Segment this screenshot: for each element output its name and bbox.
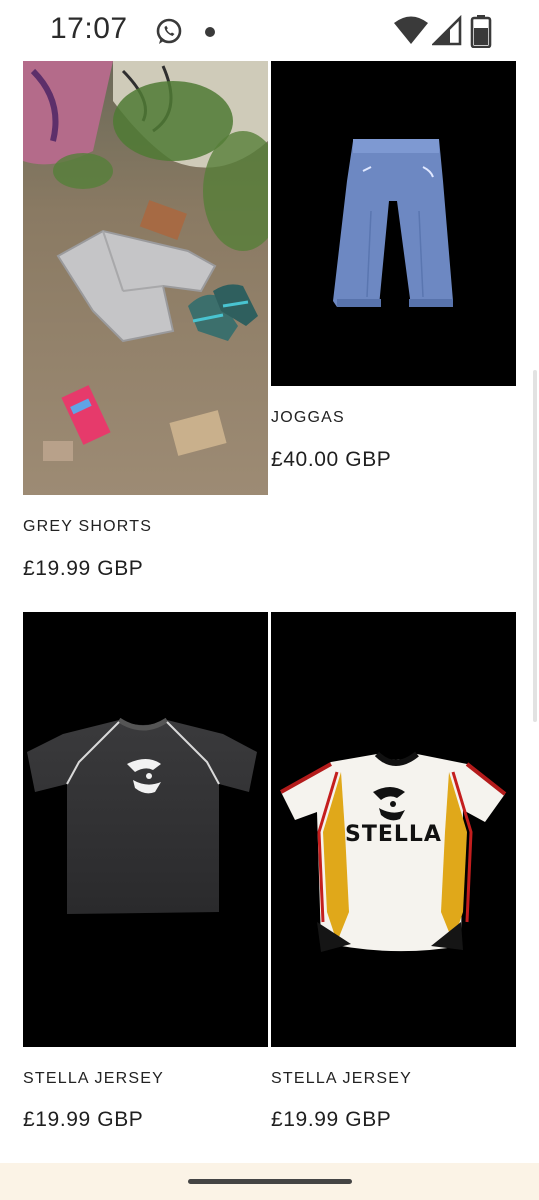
- cell-signal-icon: [432, 14, 462, 46]
- status-bar: 17:07: [0, 0, 539, 62]
- product-title[interactable]: GREY SHORTS: [23, 518, 152, 536]
- product-price: £40.00 GBP: [271, 448, 392, 471]
- notification-dot: [205, 27, 215, 37]
- product-price: £19.99 GBP: [23, 557, 144, 580]
- jersey-print-text: STELLA: [345, 822, 442, 847]
- product-image-stella-jersey-white[interactable]: STELLA: [271, 612, 516, 1047]
- product-image-stella-jersey-black[interactable]: [23, 612, 268, 1047]
- black-jersey-photo: [23, 612, 268, 1047]
- product-price: £19.99 GBP: [23, 1108, 144, 1131]
- status-time: 17:07: [50, 12, 128, 45]
- whatsapp-icon: [156, 18, 182, 44]
- blue-joggers-photo: [271, 61, 516, 386]
- product-title[interactable]: STELLA JERSEY: [271, 1070, 412, 1088]
- battery-icon: [470, 15, 492, 48]
- gesture-nav-bar: [0, 1163, 539, 1200]
- product-image-grey-shorts[interactable]: [23, 61, 268, 495]
- product-title[interactable]: STELLA JERSEY: [23, 1070, 164, 1088]
- grey-shorts-photo: [23, 61, 268, 495]
- wifi-icon: [394, 16, 428, 44]
- product-title[interactable]: JOGGAS: [271, 409, 345, 427]
- scrollbar[interactable]: [533, 370, 537, 722]
- product-price: £19.99 GBP: [271, 1108, 392, 1131]
- home-gesture-handle[interactable]: [188, 1179, 352, 1184]
- product-image-joggas[interactable]: [271, 61, 516, 386]
